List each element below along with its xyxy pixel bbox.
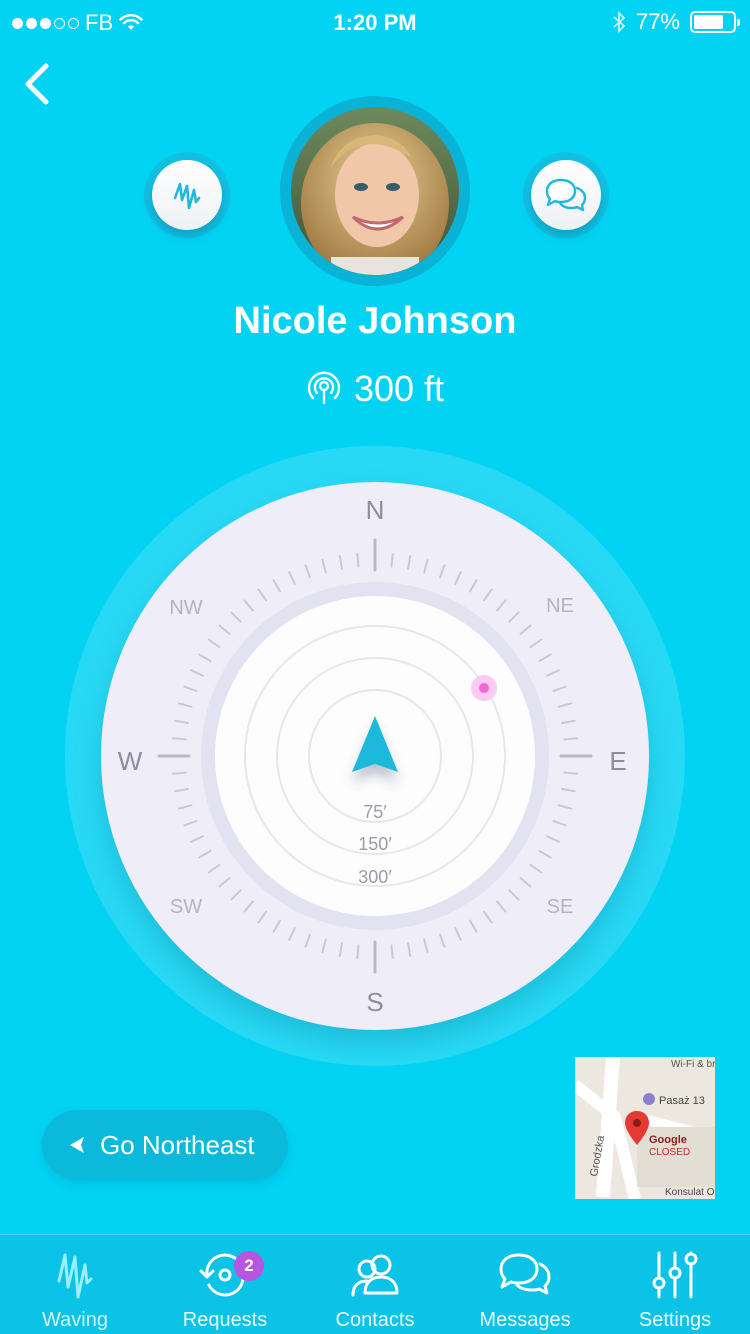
chat-button[interactable] (531, 160, 601, 230)
avatar[interactable] (291, 107, 459, 275)
tab-waving-label: Waving (42, 1309, 108, 1331)
avatar-ring (280, 96, 470, 286)
compass-minor-tick (563, 737, 579, 741)
map-business-status: CLOSED (649, 1147, 690, 1158)
chat-bubbles-icon (545, 178, 587, 212)
battery-percent: 77% (635, 9, 680, 34)
go-direction-button[interactable]: Go Northeast (42, 1110, 288, 1180)
map-top-label: Wi-Fi & bre (671, 1059, 715, 1070)
compass: N NE E SE S SW W NW 75′ 150′ 300′ (30, 446, 720, 1066)
dir-w: W (118, 746, 143, 776)
tab-requests[interactable]: 2 Requests (150, 1235, 300, 1334)
status-right: 77% (612, 9, 740, 35)
chat-button-ring (523, 152, 609, 238)
distance-value: 300 ft (353, 368, 445, 409)
tab-settings-label: Settings (638, 1309, 712, 1331)
dir-s: S (366, 987, 383, 1017)
tab-contacts[interactable]: Contacts (300, 1235, 450, 1334)
wave-button-ring (144, 152, 230, 238)
battery-level (694, 15, 724, 29)
contacts-icon (351, 1254, 399, 1297)
go-direction-label: Go Northeast (100, 1129, 255, 1160)
map-image: Grodzka Wi-Fi & bre Pasaż 13 Google CLOS… (575, 1057, 715, 1199)
dir-n: N (366, 495, 385, 525)
wave-button[interactable] (152, 160, 222, 230)
dir-ne: NE (546, 595, 574, 617)
dir-sw: SW (170, 896, 202, 918)
radar-pin-icon (307, 371, 341, 405)
wave-icon (57, 1253, 93, 1299)
compass-minor-tick (390, 552, 394, 568)
contact-location-marker[interactable] (471, 675, 497, 701)
compass-minor-tick (356, 552, 360, 568)
battery-icon (690, 11, 740, 33)
tab-settings[interactable]: Settings (600, 1235, 750, 1334)
range-label-75: 75′ (363, 802, 387, 822)
compass-minor-tick (356, 944, 360, 960)
compass-minor-tick (390, 944, 394, 960)
chat-bubbles-icon (499, 1253, 551, 1295)
distance-row: 300 ft (0, 368, 750, 410)
dir-e: E (609, 746, 626, 776)
back-button[interactable] (18, 58, 68, 114)
status-bar: FB 1:20 PM 77% (0, 0, 750, 46)
tab-messages-label: Messages (479, 1309, 571, 1331)
nav-arrow-left-icon (70, 1137, 84, 1153)
compass-svg: N NE E SE S SW W NW 75′ 150′ 300′ (65, 446, 685, 1066)
compass-minor-tick (171, 737, 187, 741)
tab-bar: Waving 2 Requests Contacts Messages Sett… (0, 1234, 750, 1334)
contact-name: Nicole Johnson (233, 300, 517, 342)
range-label-300: 300′ (358, 867, 392, 887)
requests-badge: 2 (234, 1251, 264, 1281)
bluetooth-icon (613, 10, 626, 34)
tab-contacts-label: Contacts (335, 1309, 415, 1331)
map-business-label: Google (649, 1134, 687, 1146)
tab-waving[interactable]: Waving (0, 1235, 150, 1334)
map-bottom-label: Konsulat O (665, 1187, 715, 1198)
tab-requests-label: Requests (182, 1309, 268, 1331)
compass-minor-tick (563, 771, 579, 775)
dir-nw: NW (169, 597, 202, 619)
compass-minor-tick (171, 771, 187, 775)
wave-icon (173, 182, 201, 210)
range-label-150: 150′ (358, 834, 392, 854)
map-thumbnail[interactable]: Grodzka Wi-Fi & bre Pasaż 13 Google CLOS… (575, 1057, 715, 1199)
chevron-left-icon (25, 63, 49, 105)
tab-messages[interactable]: Messages (450, 1235, 600, 1334)
profile-photo (291, 107, 459, 275)
sliders-icon (652, 1251, 698, 1299)
map-poi-label: Pasaż 13 (659, 1095, 705, 1107)
dir-se: SE (547, 896, 574, 918)
